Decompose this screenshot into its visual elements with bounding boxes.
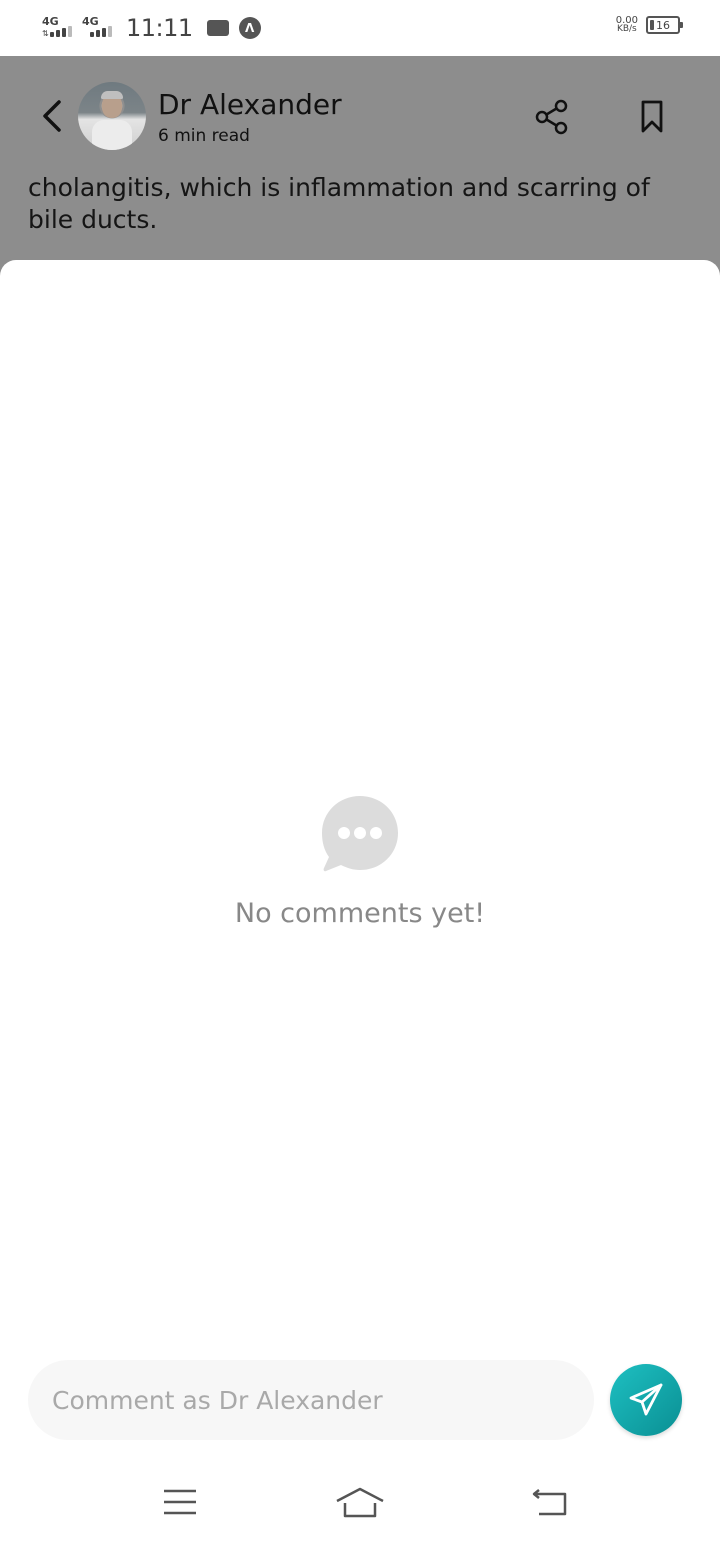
chat-bubble-icon	[322, 796, 398, 872]
mail-icon	[206, 20, 229, 36]
empty-state: No comments yet!	[0, 794, 720, 929]
back-button[interactable]	[36, 96, 68, 136]
network-speed: 0.00 KB/s	[616, 16, 638, 34]
status-right: 0.00 KB/s 16	[616, 16, 683, 34]
status-bar: 4G ⇅ 4G 11:11 Λ 0.00 KB/s 16	[0, 0, 720, 56]
battery-icon: 16	[646, 16, 683, 34]
comment-input[interactable]	[28, 1360, 594, 1440]
screen: 4G ⇅ 4G 11:11 Λ 0.00 KB/s 16 Dr Alexande…	[0, 0, 720, 1544]
paper-plane-icon	[629, 1383, 663, 1416]
signal-strength-icon: 4G ⇅	[42, 15, 74, 41]
article-excerpt: cholangitis, which is inflammation and s…	[28, 173, 650, 234]
signal-bars-2	[90, 26, 112, 37]
battery-level: 16	[656, 18, 670, 32]
author-avatar[interactable]	[78, 82, 146, 150]
share-button[interactable]	[534, 98, 570, 136]
status-time: 11:11	[126, 14, 193, 42]
signal-bars	[50, 26, 72, 37]
nav-home-button[interactable]	[330, 1482, 390, 1522]
nav-back-button[interactable]	[520, 1482, 580, 1522]
author-name[interactable]: Dr Alexander	[158, 88, 342, 121]
signal-strength-2-icon: 4G	[82, 15, 114, 41]
nav-menu-button[interactable]	[150, 1482, 210, 1522]
app-notification-icon: Λ	[238, 17, 261, 39]
data-arrows-icon: ⇅	[42, 29, 49, 38]
comments-sheet: No comments yet!	[0, 260, 720, 1544]
bookmark-button[interactable]	[638, 98, 666, 136]
article-header: Dr Alexander 6 min read cholangitis, whi…	[0, 56, 720, 276]
read-time: 6 min read	[158, 126, 250, 146]
home-icon	[336, 1487, 384, 1518]
status-left: 4G ⇅ 4G 11:11 Λ	[42, 14, 261, 42]
back-icon	[532, 1489, 567, 1516]
network-speed-unit: KB/s	[616, 24, 637, 34]
menu-icon	[164, 1489, 196, 1515]
chevron-left-icon	[43, 100, 61, 132]
bookmark-icon	[641, 100, 663, 133]
share-icon	[535, 99, 568, 135]
send-button[interactable]	[610, 1364, 682, 1436]
navigation-bar	[0, 1464, 720, 1544]
empty-comments-message: No comments yet!	[234, 898, 486, 929]
